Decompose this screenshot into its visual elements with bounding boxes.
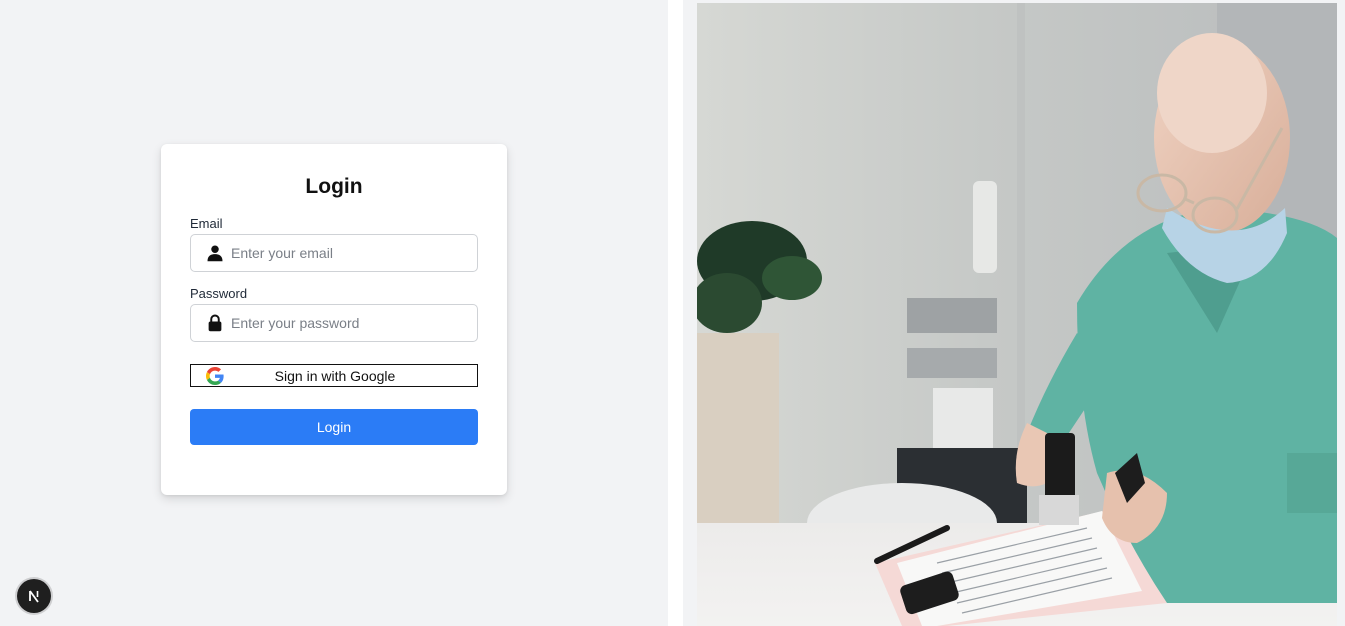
nextjs-dev-badge[interactable] (17, 579, 51, 613)
email-field-wrapper[interactable] (190, 234, 478, 272)
pane-divider (668, 0, 683, 626)
password-field-wrapper[interactable] (190, 304, 478, 342)
lock-icon (208, 314, 222, 332)
user-icon (207, 245, 223, 262)
nextjs-logo-icon (29, 590, 39, 603)
password-field[interactable] (231, 305, 471, 341)
email-label: Email (190, 216, 223, 231)
password-label: Password (190, 286, 248, 301)
doctor-stamping-document-photo (697, 3, 1337, 626)
google-signin-label: Sign in with Google (274, 368, 396, 384)
google-signin-button[interactable]: Sign in with Google (190, 364, 478, 387)
login-pane: Login Email Password Sign in w (0, 0, 668, 626)
page-title: Login (305, 175, 363, 198)
login-card: Login Email Password Sign in w (161, 144, 507, 495)
login-button[interactable]: Login (190, 409, 478, 445)
email-field[interactable] (231, 235, 471, 271)
image-pane (683, 0, 1345, 626)
